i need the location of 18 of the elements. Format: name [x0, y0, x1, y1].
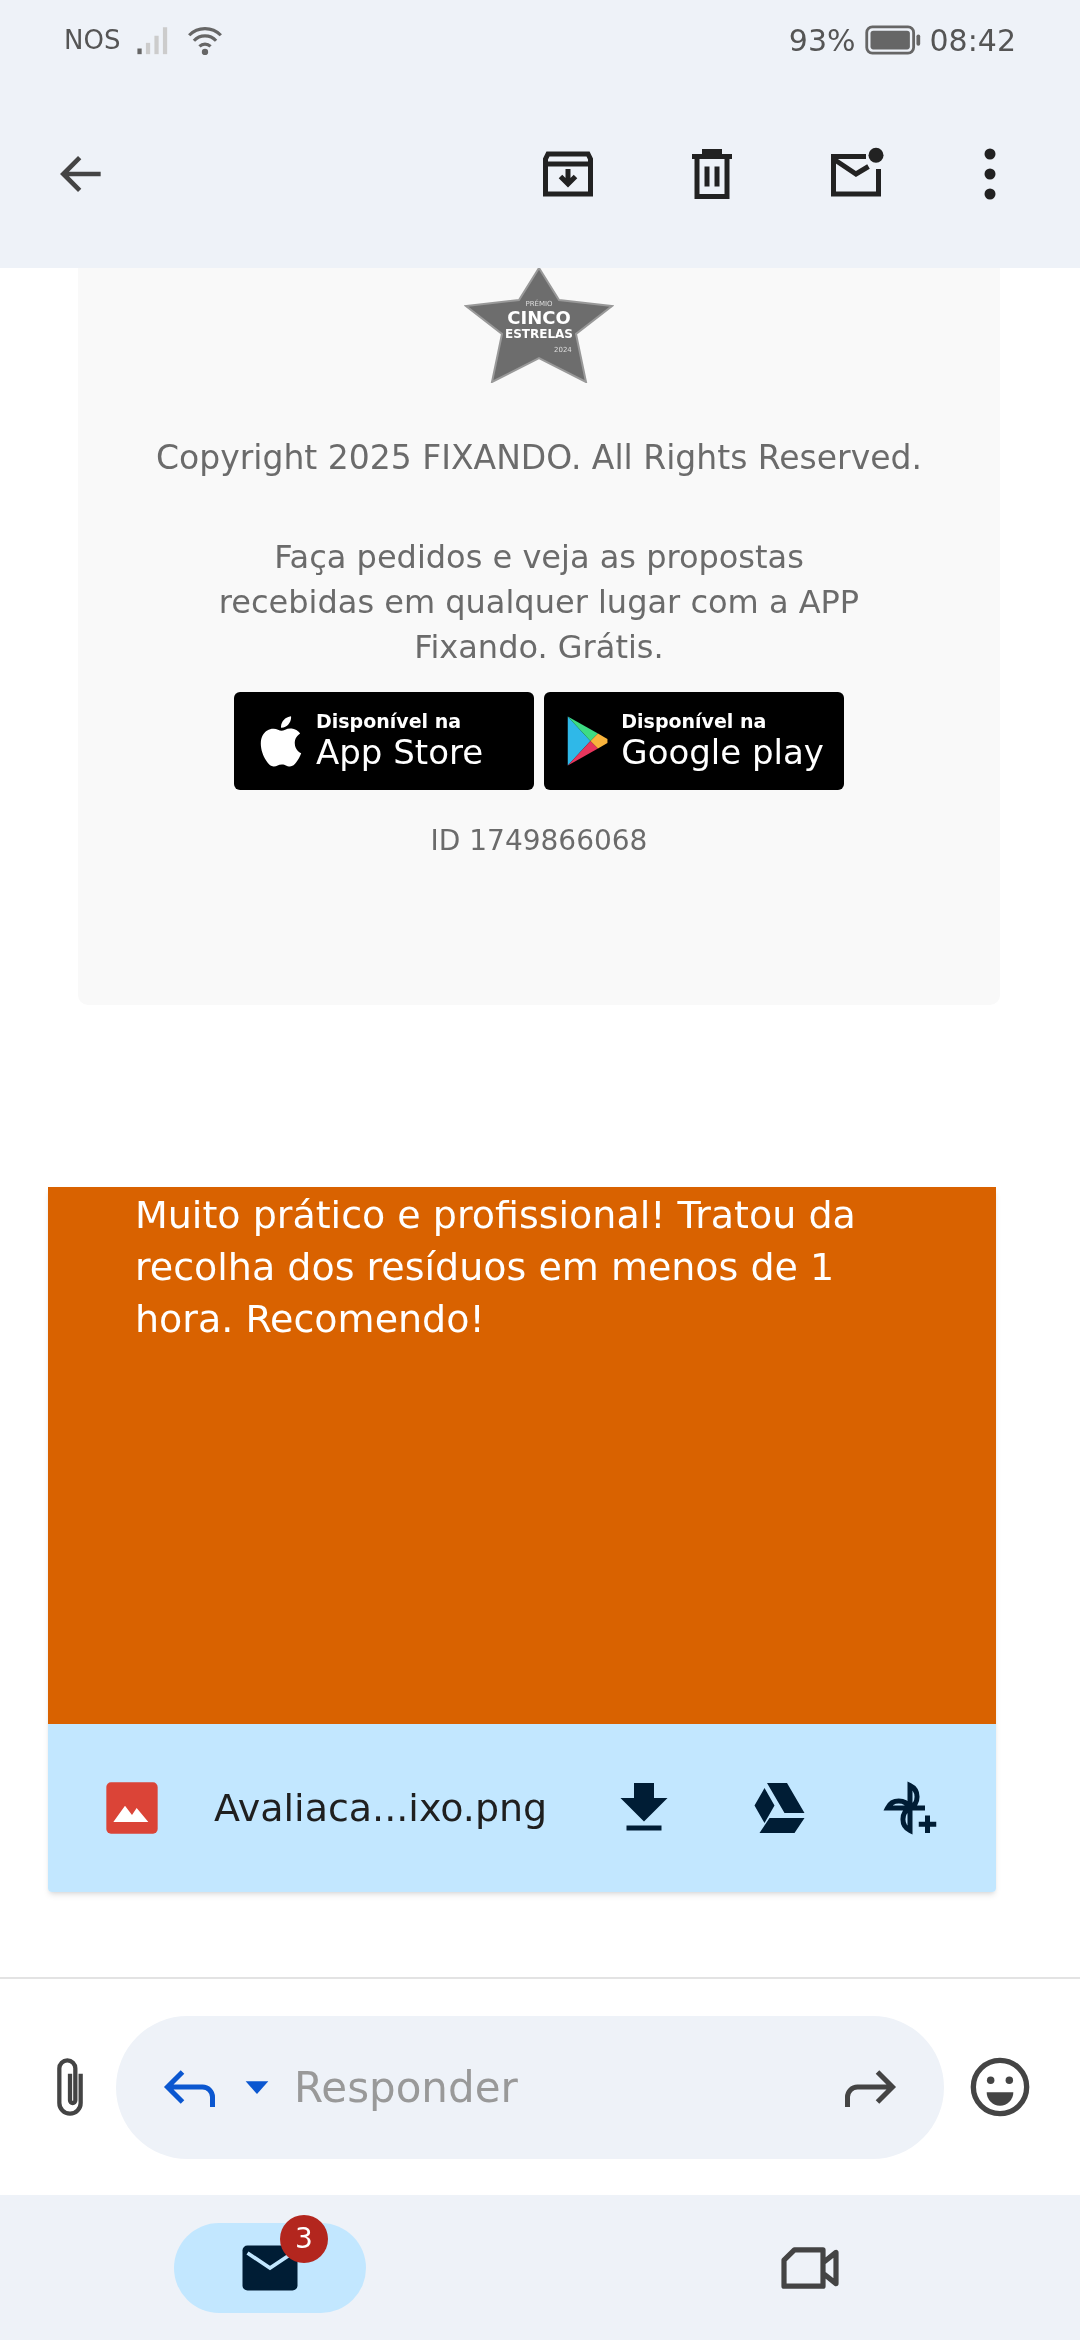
copyright-text: Copyright 2025 FIXANDO. All Rights Reserved.: [156, 437, 922, 479]
store-badge-button[interactable]: Disponível na App Store: [234, 691, 534, 790]
store-badge-button[interactable]: Disponível na Google play: [544, 691, 844, 790]
reply-input[interactable]: Responder: [294, 2055, 820, 2119]
message-id: ID 1749866068: [430, 822, 648, 859]
emoji-icon[interactable]: [968, 2055, 1032, 2119]
app-promo-text: Faça pedidos e veja as propostas recebidas em qualquer lugar com a APP Fixando. Grátis.: [217, 536, 861, 668]
battery-icon: [863, 25, 922, 55]
battery-percent: 93%: [788, 21, 856, 60]
wifi-icon: [186, 24, 225, 56]
unread-count-badge: 3: [280, 2214, 328, 2263]
image-preview[interactable]: Muito prático e profissional! Tratou da recolha dos resíduos em menos de 1 hora. Recomendo!: [48, 1187, 996, 1724]
image-file-icon: [104, 1780, 160, 1836]
clock-time: 08:42: [929, 21, 1016, 60]
carrier-name: NOS: [64, 23, 121, 57]
reply-field[interactable]: Responder: [116, 2015, 944, 2159]
review-text: Muito prático e profissional! Tratou da recolha dos resíduos em menos de 1 hora. Recomendo!: [135, 1192, 857, 1343]
attachment-file-name: Avaliaca...ixo.png: [214, 1784, 548, 1832]
